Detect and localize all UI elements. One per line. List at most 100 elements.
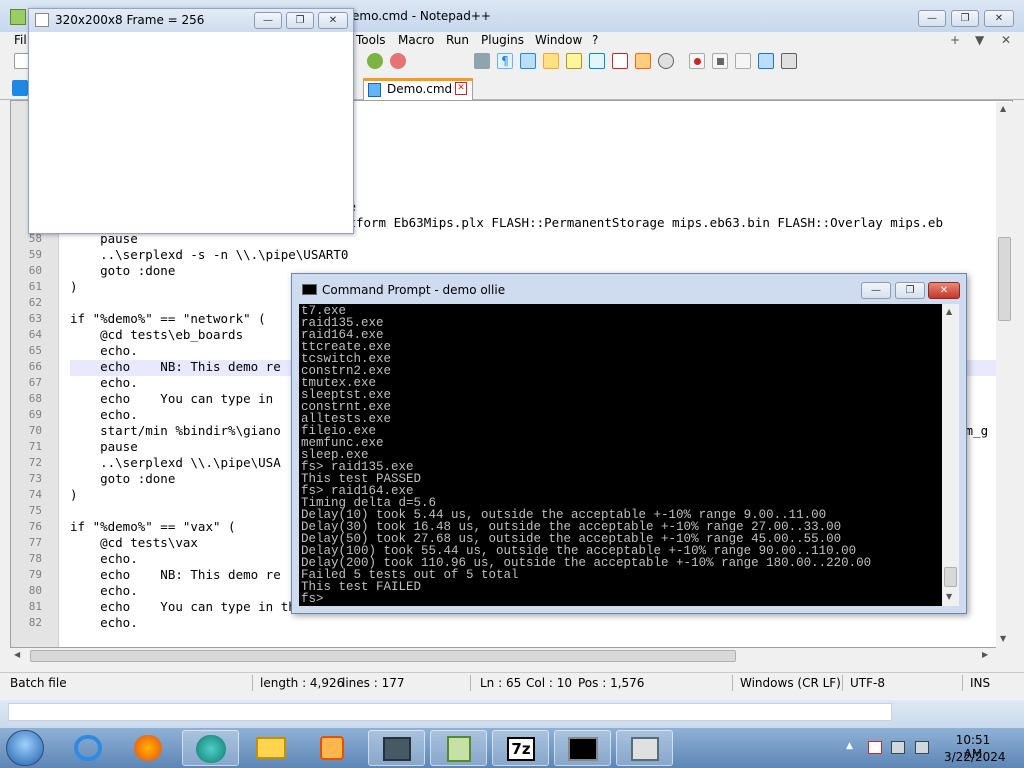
frame-close-button[interactable]: ✕ bbox=[318, 12, 348, 29]
action-center-icon[interactable] bbox=[868, 741, 882, 754]
scroll-right-arrow[interactable]: ▶ bbox=[982, 650, 988, 659]
show-hidden-icons-icon[interactable]: ▲ bbox=[846, 741, 853, 751]
zoom-in-icon[interactable] bbox=[367, 53, 383, 69]
menu-run[interactable]: Run bbox=[446, 33, 469, 47]
frame-minimize-button[interactable]: — bbox=[254, 12, 282, 29]
scroll-thumb[interactable] bbox=[998, 237, 1011, 321]
line-number: 71 bbox=[28, 440, 42, 453]
doc-list-icon[interactable] bbox=[589, 53, 605, 69]
code-line: echo. bbox=[70, 375, 138, 390]
doc-map-icon[interactable] bbox=[566, 53, 582, 69]
file-explorer-icon[interactable] bbox=[242, 730, 299, 766]
tab-label: Demo.cmd bbox=[387, 82, 453, 96]
scroll-left-arrow[interactable]: ◀ bbox=[14, 650, 20, 659]
line-number: 78 bbox=[28, 552, 42, 565]
tab-demo-cmd[interactable]: Demo.cmd ✕ bbox=[363, 78, 473, 100]
status-divider bbox=[470, 675, 471, 691]
close-button[interactable]: ✕ bbox=[984, 10, 1014, 27]
close-doc-icon[interactable]: ✕ bbox=[1001, 33, 1011, 47]
notepad-app-icon bbox=[10, 9, 26, 25]
taskbar: 7z ▲ 10:51 AM 3/22/2024 bbox=[0, 728, 1024, 768]
network-icon[interactable] bbox=[891, 741, 905, 754]
frame-maximize-button[interactable]: ❐ bbox=[286, 12, 314, 29]
menu-macro[interactable]: Macro bbox=[398, 33, 434, 47]
scroll-down-arrow[interactable]: ▼ bbox=[1000, 634, 1006, 643]
new-tab-icon[interactable]: + bbox=[950, 33, 960, 47]
minimize-button[interactable]: — bbox=[918, 10, 946, 27]
line-number: 67 bbox=[28, 376, 42, 389]
frame-window: 320x200x8 Frame = 256 — ❐ ✕ bbox=[28, 8, 354, 234]
7zip-icon[interactable]: 7z bbox=[492, 730, 549, 766]
status-lines: lines : 177 bbox=[342, 676, 405, 690]
scroll-up-arrow[interactable]: ▲ bbox=[1000, 104, 1006, 113]
line-number: 60 bbox=[28, 264, 42, 277]
zoom-out-icon[interactable] bbox=[390, 53, 406, 69]
code-line: ..\serplexd -s -n \\.\pipe\USART0 bbox=[70, 247, 349, 262]
editor-vertical-scrollbar[interactable]: ▲ ▼ bbox=[996, 102, 1013, 648]
hscroll-thumb[interactable] bbox=[30, 650, 736, 662]
scroll-thumb[interactable] bbox=[944, 567, 957, 587]
save-macro-icon[interactable] bbox=[781, 53, 797, 69]
clock-date[interactable]: 3/22/2024 bbox=[944, 750, 1006, 764]
status-filetype: Batch file bbox=[10, 676, 67, 690]
line-number: 79 bbox=[28, 568, 42, 581]
frame-titlebar[interactable]: 320x200x8 Frame = 256 — ❐ ✕ bbox=[29, 9, 353, 32]
record-macro-icon[interactable] bbox=[689, 53, 705, 69]
volume-icon[interactable] bbox=[915, 741, 929, 754]
tab-strip-icon bbox=[12, 80, 28, 96]
play-macro-icon[interactable] bbox=[735, 53, 751, 69]
menu-window[interactable]: Window bbox=[535, 33, 582, 47]
status-col: Col : 10 bbox=[526, 676, 572, 690]
cmd-close-button[interactable]: ✕ bbox=[928, 282, 960, 299]
desktop-input-field[interactable] bbox=[8, 703, 892, 721]
tab-close-icon[interactable]: ✕ bbox=[455, 82, 467, 95]
console-scrollbar[interactable]: ▲ ▼ bbox=[942, 304, 959, 606]
cmd-minimize-button[interactable]: — bbox=[861, 282, 891, 299]
menu-plugins[interactable]: Plugins bbox=[481, 33, 524, 47]
console-line: raid135.exe bbox=[301, 316, 384, 330]
indent-guide-icon[interactable] bbox=[520, 53, 536, 69]
maximize-button[interactable]: ❐ bbox=[951, 10, 979, 27]
cmd-titlebar[interactable]: Command Prompt - demo ollie — ❐ ✕ bbox=[292, 274, 966, 303]
media-player-icon[interactable] bbox=[304, 730, 361, 766]
edge-icon[interactable] bbox=[182, 730, 239, 766]
status-divider bbox=[842, 675, 843, 691]
code-line: echo. bbox=[70, 551, 138, 566]
status-encoding: UTF-8 bbox=[850, 676, 885, 690]
command-prompt-icon[interactable] bbox=[554, 730, 611, 766]
window-app-icon[interactable] bbox=[616, 730, 673, 766]
line-number: 76 bbox=[28, 520, 42, 533]
window-title: emo.cmd - Notepad++ bbox=[352, 9, 491, 23]
status-eol: Windows (CR LF) bbox=[740, 676, 841, 690]
tab-list-icon[interactable]: ▼ bbox=[975, 33, 984, 47]
status-ln: Ln : 65 bbox=[480, 676, 522, 690]
code-line: pause bbox=[70, 439, 138, 454]
menu-help[interactable]: ? bbox=[592, 33, 598, 47]
frame-app-icon bbox=[35, 13, 49, 27]
code-line: echo. bbox=[70, 343, 138, 358]
show-all-chars-icon[interactable]: ¶ bbox=[497, 53, 513, 69]
scroll-up-arrow[interactable]: ▲ bbox=[946, 307, 952, 316]
status-length: length : 4,926 bbox=[260, 676, 345, 690]
function-list-icon[interactable] bbox=[612, 53, 628, 69]
sync-scroll-icon[interactable] bbox=[474, 53, 490, 69]
status-insert-mode: INS bbox=[970, 676, 991, 690]
editor-horizontal-scrollbar[interactable]: ◀ ▶ bbox=[10, 648, 996, 665]
notepadplusplus-icon[interactable] bbox=[430, 730, 487, 766]
run-macro-multiple-icon[interactable] bbox=[758, 53, 774, 69]
giano-app-icon[interactable] bbox=[368, 730, 425, 766]
stop-macro-icon[interactable] bbox=[712, 53, 728, 69]
monitoring-icon[interactable] bbox=[658, 53, 674, 69]
folder-workspace-icon[interactable] bbox=[635, 53, 651, 69]
menu-file[interactable]: Fil bbox=[14, 33, 27, 47]
start-button[interactable] bbox=[6, 730, 44, 766]
console-output[interactable]: t7.exe raid135.exe raid164.exe ttcreate.exe… bbox=[299, 304, 942, 606]
frame-canvas[interactable] bbox=[29, 32, 353, 233]
internet-explorer-icon[interactable] bbox=[60, 730, 117, 766]
status-pos: Pos : 1,576 bbox=[578, 676, 645, 690]
menu-tools[interactable]: Tools bbox=[356, 33, 386, 47]
scroll-down-arrow[interactable]: ▼ bbox=[946, 592, 952, 601]
firefox-icon[interactable] bbox=[120, 730, 177, 766]
cmd-maximize-button[interactable]: ❐ bbox=[895, 282, 925, 299]
word-wrap-icon[interactable] bbox=[543, 53, 559, 69]
